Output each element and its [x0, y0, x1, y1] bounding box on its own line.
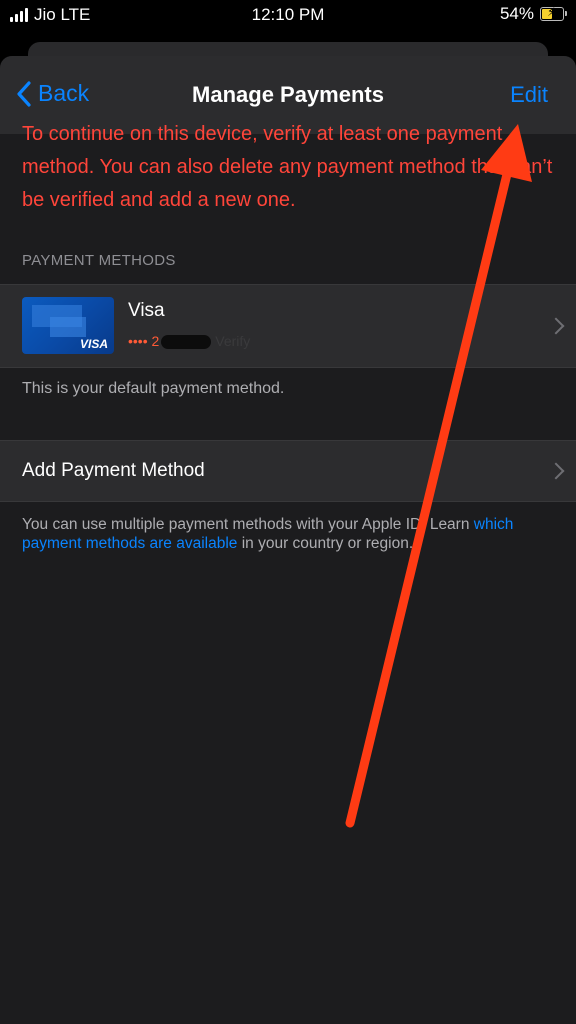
payment-method-row-visa[interactable]: VISA Visa •••• 2 Verify	[0, 284, 576, 368]
battery-charging-icon: ⚡	[540, 5, 567, 21]
card-masked-number: •••• 2 Verify	[128, 333, 251, 350]
add-payment-method-row[interactable]: Add Payment Method	[0, 440, 576, 502]
visa-card-image: VISA	[22, 297, 114, 354]
add-payment-method-label: Add Payment Method	[22, 460, 205, 481]
status-right: 54% ⚡	[499, 4, 567, 24]
payment-methods-header: PAYMENT METHODS	[22, 252, 176, 269]
card-name: Visa	[128, 300, 165, 321]
page-title: Manage Payments	[192, 82, 384, 107]
verification-warning: To continue on this device, verify at le…	[22, 123, 553, 211]
card-status-faint: Verify	[215, 333, 251, 349]
footer-text-after: in your country or region.	[237, 535, 414, 552]
visa-logo: VISA	[79, 337, 108, 351]
edit-button[interactable]: Edit	[510, 82, 548, 108]
manage-payments-sheet: Back Manage Payments Edit To continue on…	[0, 56, 576, 1024]
default-payment-note: This is your default payment method.	[22, 380, 285, 397]
battery-percent: 54%	[499, 4, 534, 23]
screen: Jio LTE 12:10 PM 54% ⚡ Back Manage Payme…	[0, 0, 576, 1024]
status-bar: Jio LTE 12:10 PM 54% ⚡	[0, 0, 576, 30]
status-time: 12:10 PM	[251, 5, 325, 24]
chevron-right-icon	[547, 462, 565, 480]
redaction-mark	[161, 335, 212, 350]
charging-bolt-icon: ⚡	[547, 5, 556, 19]
footer-note: You can use multiple payment methods wit…	[22, 515, 526, 553]
footer-text-before: You can use multiple payment methods wit…	[22, 516, 474, 533]
masked-number: •••• 2	[128, 333, 160, 349]
chevron-right-icon	[547, 317, 565, 335]
